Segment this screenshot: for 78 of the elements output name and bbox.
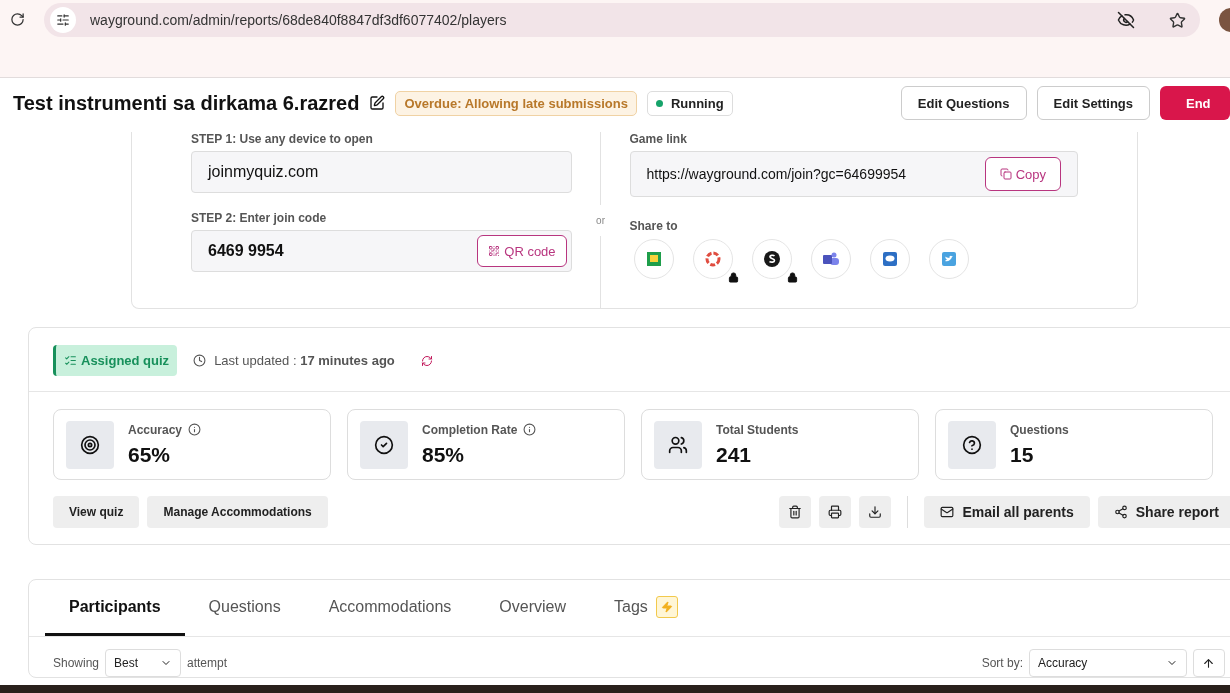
join-url-field: joinmyquiz.com <box>191 151 572 193</box>
info-icon[interactable] <box>523 423 537 436</box>
last-updated-text: Last updated : 17 minutes ago <box>214 353 395 368</box>
trash-icon <box>788 505 803 519</box>
printer-icon <box>828 505 843 519</box>
lock-icon <box>727 272 739 283</box>
site-settings-icon[interactable] <box>56 13 70 27</box>
checklist-icon <box>64 354 77 367</box>
sort-direction-button[interactable] <box>1193 649 1225 677</box>
download-button[interactable] <box>859 496 892 528</box>
stat-label: Completion Rate <box>422 422 518 437</box>
bird-icon <box>940 251 957 267</box>
copy-icon <box>999 168 1012 180</box>
tab[interactable]: Tags <box>590 580 702 636</box>
view-quiz-button[interactable]: View quiz <box>53 496 140 528</box>
stat-value: 241 <box>716 442 753 467</box>
accommodations-button[interactable]: Manage Accommodations <box>147 496 328 528</box>
stat-value: 85% <box>422 442 466 467</box>
copy-button[interactable]: Copy <box>984 157 1061 191</box>
share-report-button[interactable]: Share report <box>1097 496 1230 528</box>
end-button[interactable]: End <box>1160 86 1230 120</box>
people-icon <box>668 434 688 455</box>
address-bar[interactable]: wayground.com/admin/reports/68de840f8847df3df6077402/players <box>44 3 1200 37</box>
page-title: Test instrumenti sa dirkama 6.razred <box>13 91 360 115</box>
status-badge: Running <box>646 90 733 116</box>
tab[interactable]: Overview <box>475 580 591 636</box>
target-icon <box>80 434 100 455</box>
team-icon <box>821 251 840 267</box>
game-link-label: Game link <box>629 132 688 146</box>
showing-label: Showing <box>53 656 100 670</box>
email-parents-button[interactable]: Email all parents <box>924 496 1090 528</box>
edit-button[interactable]: Edit Settings <box>1036 86 1150 120</box>
step-label: STEP 1: Use any device to open <box>191 132 374 146</box>
stat-value: 15 <box>1010 442 1035 467</box>
sort-label: Sort by: <box>981 656 1023 670</box>
refresh-icon[interactable] <box>420 354 433 367</box>
edit-button[interactable]: Edit Questions <box>900 86 1027 120</box>
tab[interactable]: Participants <box>45 580 185 636</box>
overdue-badge: Overdue: Allowing late submissions <box>395 90 637 116</box>
download-icon <box>868 505 883 519</box>
share-option[interactable] <box>751 239 792 279</box>
eye-off-icon[interactable] <box>1117 11 1135 29</box>
qr-code-button[interactable]: QR code <box>477 235 567 267</box>
assigned-quiz-tag: Assigned quiz <box>53 345 178 376</box>
sort-select[interactable]: Accuracy <box>1029 649 1187 677</box>
share-label: Share to <box>629 219 679 233</box>
presentation-board-icon <box>645 251 662 267</box>
stat-value: 65% <box>128 442 172 467</box>
swirl-icon <box>762 250 781 268</box>
lock-icon <box>786 272 798 283</box>
share-option[interactable] <box>810 239 851 279</box>
share-icon <box>1113 505 1128 519</box>
qr-icon <box>488 245 501 257</box>
mail-icon <box>940 505 955 519</box>
ring-icon <box>703 250 722 268</box>
arrow-up-icon <box>1202 656 1215 670</box>
chat-bubble-icon <box>881 251 898 267</box>
step-label: STEP 2: Enter join code <box>191 211 328 225</box>
join-code: 6469 9954 <box>208 242 284 260</box>
delete-button[interactable] <box>779 496 812 528</box>
lightning-icon <box>660 600 673 613</box>
clock-icon <box>193 354 207 367</box>
tab[interactable]: Accommodations <box>304 580 476 636</box>
info-icon[interactable] <box>188 423 202 436</box>
url-text: wayground.com/admin/reports/68de840f8847df3df6077402/players <box>90 12 508 28</box>
tab[interactable]: Questions <box>184 580 305 636</box>
bookmark-star-icon[interactable] <box>1169 11 1186 29</box>
check-circle-icon <box>374 434 394 455</box>
stat-label: Questions <box>1010 422 1069 437</box>
stat-label: Accuracy <box>128 422 183 437</box>
stat-label: Total Students <box>716 422 799 437</box>
attempt-label: attempt <box>187 656 228 670</box>
reload-icon[interactable] <box>10 12 25 27</box>
attempt-select[interactable]: Best <box>105 649 182 677</box>
edit-icon[interactable] <box>369 95 386 111</box>
question-icon <box>962 434 982 455</box>
print-button[interactable] <box>819 496 852 528</box>
or-label: or <box>596 214 605 226</box>
